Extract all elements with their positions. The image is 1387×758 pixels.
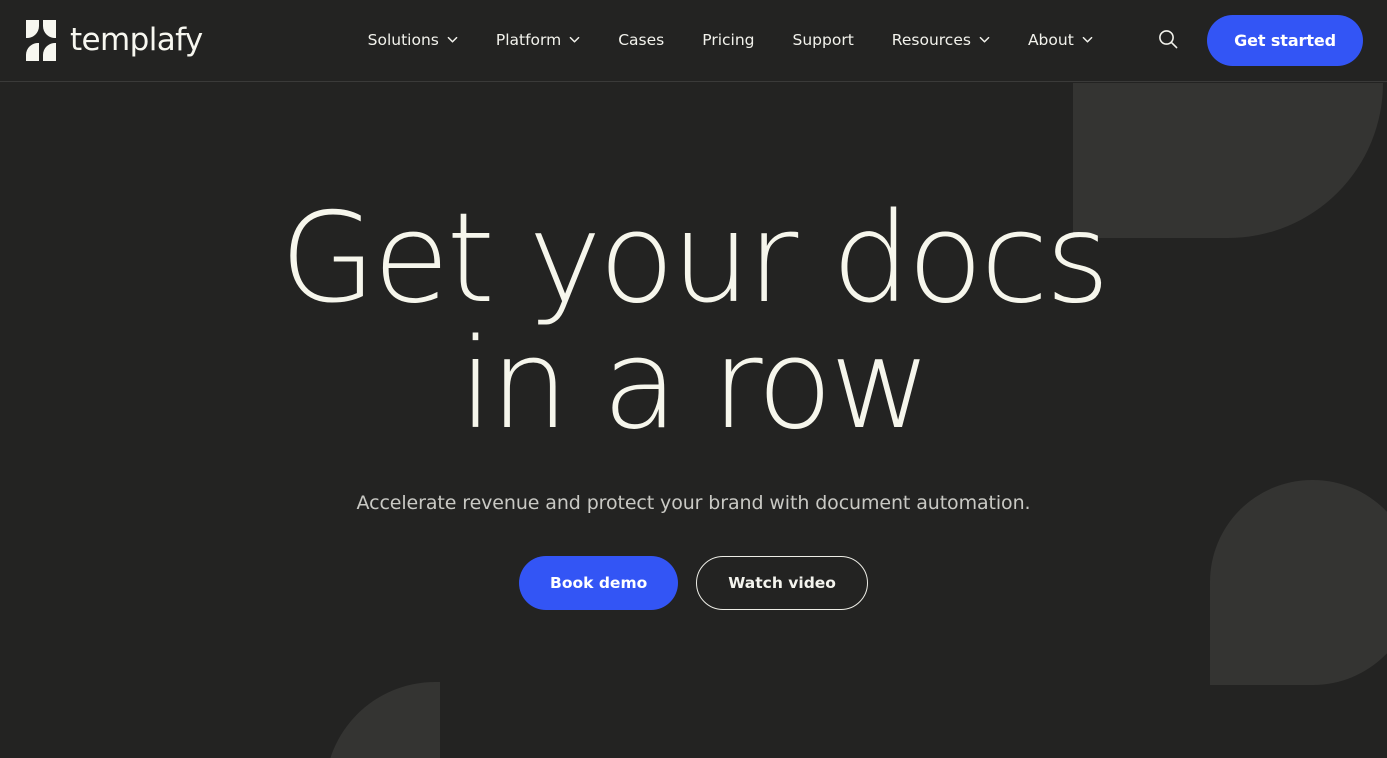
nav-item-pricing[interactable]: Pricing bbox=[683, 23, 773, 59]
nav-item-support[interactable]: Support bbox=[774, 23, 873, 59]
hero-subtitle: Accelerate revenue and protect your bran… bbox=[356, 492, 1031, 514]
nav-item-platform[interactable]: Platform bbox=[477, 23, 599, 59]
nav-item-cases[interactable]: Cases bbox=[599, 23, 683, 59]
search-icon bbox=[1157, 28, 1179, 53]
get-started-button[interactable]: Get started bbox=[1207, 15, 1363, 66]
templafy-logo-mark-icon bbox=[26, 20, 56, 61]
nav-item-resources[interactable]: Resources bbox=[873, 23, 1009, 59]
main-navigation: Solutions Platform Cases Pricing Support bbox=[349, 23, 1112, 59]
site-header: templafy Solutions Platform Cases Pricin… bbox=[0, 0, 1387, 82]
chevron-down-icon bbox=[569, 34, 580, 45]
chevron-down-icon bbox=[447, 34, 458, 45]
header-actions: Get started bbox=[1151, 15, 1363, 66]
nav-item-label: Pricing bbox=[702, 30, 755, 49]
nav-item-label: Support bbox=[792, 30, 854, 49]
nav-item-label: Resources bbox=[891, 30, 971, 49]
page-root: templafy Solutions Platform Cases Pricin… bbox=[0, 0, 1387, 758]
nav-item-solutions[interactable]: Solutions bbox=[349, 23, 477, 59]
page-title: Get your docs in a row bbox=[279, 187, 1110, 457]
watch-video-button[interactable]: Watch video bbox=[696, 556, 868, 610]
chevron-down-icon bbox=[1082, 34, 1093, 45]
nav-item-label: Platform bbox=[495, 30, 562, 49]
nav-item-label: Solutions bbox=[367, 30, 439, 49]
book-demo-button[interactable]: Book demo bbox=[519, 556, 679, 610]
nav-item-about[interactable]: About bbox=[1009, 23, 1112, 59]
nav-item-label: Cases bbox=[618, 30, 665, 49]
nav-item-label: About bbox=[1027, 30, 1074, 49]
search-button[interactable] bbox=[1151, 24, 1185, 58]
logo-link[interactable]: templafy bbox=[26, 20, 203, 61]
chevron-down-icon bbox=[979, 34, 990, 45]
hero-section: Get your docs in a row Accelerate revenu… bbox=[0, 82, 1387, 758]
hero-action-buttons: Book demo Watch video bbox=[519, 556, 868, 610]
logo-wordmark: templafy bbox=[70, 22, 203, 58]
